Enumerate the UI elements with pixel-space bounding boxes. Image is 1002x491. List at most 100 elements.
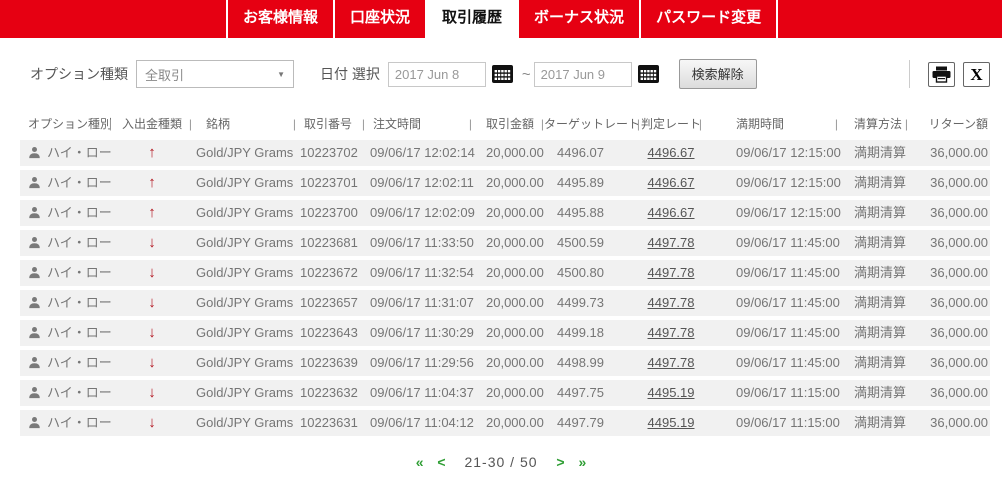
symbol-value: Gold/JPY Grams bbox=[196, 325, 294, 340]
symbol-value: Gold/JPY Grams bbox=[196, 205, 294, 220]
date-select-label: 日付 選択 bbox=[320, 66, 380, 82]
settlement-method-value: 満期清算 bbox=[854, 145, 907, 160]
option-type-label: オプション種類 bbox=[30, 66, 128, 82]
judge-rate-link[interactable]: 4495.19 bbox=[648, 415, 695, 430]
table-row: ハイ・ロー ↑ Gold/JPY Grams 10223701 09/06/17… bbox=[20, 170, 990, 196]
trade-number-value: 10223700 bbox=[300, 205, 358, 220]
order-time-value: 09/06/17 11:30:29 bbox=[370, 325, 474, 340]
settlement-method-value: 満期清算 bbox=[854, 175, 907, 190]
return-amount-value: 36,000.00 bbox=[930, 325, 988, 340]
judge-rate-link[interactable]: 4496.67 bbox=[648, 205, 695, 220]
column-header-label: 取引金額 bbox=[486, 117, 535, 131]
judge-rate-link[interactable]: 4496.67 bbox=[648, 175, 695, 190]
target-rate-value: 4500.80 bbox=[557, 265, 604, 280]
first-page-button[interactable]: « bbox=[416, 454, 424, 470]
user-icon bbox=[29, 267, 40, 279]
judge-rate-link[interactable]: 4497.78 bbox=[648, 265, 695, 280]
return-amount-value: 36,000.00 bbox=[930, 355, 988, 370]
down-arrow-icon: ↓ bbox=[148, 384, 156, 401]
symbol-value: Gold/JPY Grams bbox=[196, 295, 294, 310]
calendar-icon bbox=[637, 65, 659, 83]
filter-bar: オプション種類 全取引 ▼ 日付 選択 ~ 検索解除 X bbox=[30, 59, 990, 89]
trade-amount-value: 20,000.00 bbox=[486, 295, 544, 310]
tab-password-change[interactable]: パスワード変更 bbox=[639, 0, 779, 38]
trade-number-value: 10223672 bbox=[300, 265, 358, 280]
trade-number-value: 10223643 bbox=[300, 325, 358, 340]
pagination: « < 21-30 / 50 > » bbox=[0, 454, 1002, 470]
symbol-value: Gold/JPY Grams bbox=[196, 385, 294, 400]
tab-customer-info[interactable]: お客様情報 bbox=[226, 0, 333, 38]
trade-amount-value: 20,000.00 bbox=[486, 205, 544, 220]
table-row: ハイ・ロー ↑ Gold/JPY Grams 10223702 09/06/17… bbox=[20, 140, 990, 166]
judge-rate-link[interactable]: 4497.78 bbox=[648, 235, 695, 250]
nav-tab-label: パスワード変更 bbox=[656, 9, 762, 26]
last-page-button[interactable]: » bbox=[579, 454, 587, 470]
clear-search-button[interactable]: 検索解除 bbox=[678, 59, 757, 89]
trade-history-table: オプション種別 | 入出金種類 | 銘柄 | 取引番号 | 注文時間 | 取引金額 | ターゲットレート… bbox=[20, 113, 990, 436]
column-header-label: 清算方法 bbox=[854, 117, 903, 131]
option-type-select[interactable]: 全取引 ▼ bbox=[136, 60, 294, 88]
table-body: ハイ・ロー ↑ Gold/JPY Grams 10223702 09/06/17… bbox=[20, 140, 990, 436]
user-icon bbox=[29, 357, 40, 369]
expiry-time-value: 09/06/17 11:45:00 bbox=[736, 355, 840, 370]
option-type-value: ハイ・ロー bbox=[47, 205, 112, 220]
symbol-value: Gold/JPY Grams bbox=[196, 415, 294, 430]
tab-trade-history[interactable]: 取引履歴 bbox=[425, 0, 518, 38]
date-to-calendar-button[interactable] bbox=[637, 65, 659, 83]
judge-rate-link[interactable]: 4496.67 bbox=[648, 145, 695, 160]
return-amount-value: 36,000.00 bbox=[930, 415, 988, 430]
down-arrow-icon: ↓ bbox=[148, 354, 156, 371]
date-from-calendar-button[interactable] bbox=[491, 65, 513, 83]
tab-bonus-status[interactable]: ボーナス状況 bbox=[517, 0, 639, 38]
date-from-input[interactable] bbox=[387, 61, 486, 87]
judge-rate-link[interactable]: 4497.78 bbox=[648, 325, 695, 340]
table-row: ハイ・ロー ↓ Gold/JPY Grams 10223657 09/06/17… bbox=[20, 290, 990, 316]
expiry-time-value: 09/06/17 11:45:00 bbox=[736, 295, 840, 310]
table-row: ハイ・ロー ↓ Gold/JPY Grams 10223631 09/06/17… bbox=[20, 410, 990, 436]
settlement-method-value: 満期清算 bbox=[854, 235, 907, 250]
return-amount-value: 36,000.00 bbox=[930, 295, 988, 310]
column-header: リターン額 bbox=[908, 113, 990, 135]
expiry-time-value: 09/06/17 11:45:00 bbox=[736, 325, 840, 340]
target-rate-value: 4500.59 bbox=[557, 235, 604, 250]
up-arrow-icon: ↑ bbox=[148, 204, 156, 221]
column-header-label: リターン額 bbox=[928, 117, 988, 131]
user-icon bbox=[29, 297, 40, 309]
chevron-down-icon: ▼ bbox=[277, 69, 285, 79]
user-icon bbox=[29, 417, 40, 429]
nav-tab-label: お客様情報 bbox=[243, 9, 319, 26]
table-row: ハイ・ロー ↓ Gold/JPY Grams 10223639 09/06/17… bbox=[20, 350, 990, 376]
column-header: 取引金額 | bbox=[472, 113, 544, 135]
judge-rate-link[interactable]: 4497.78 bbox=[648, 295, 695, 310]
date-to-input[interactable] bbox=[533, 61, 632, 87]
order-time-value: 09/06/17 12:02:14 bbox=[370, 145, 475, 160]
down-arrow-icon: ↓ bbox=[148, 294, 156, 311]
trade-number-value: 10223681 bbox=[300, 235, 358, 250]
printer-icon bbox=[932, 66, 951, 83]
settlement-method-value: 満期清算 bbox=[854, 265, 907, 280]
column-header: 判定レート | bbox=[640, 113, 702, 135]
return-amount-value: 36,000.00 bbox=[930, 205, 988, 220]
next-page-button[interactable]: > bbox=[556, 454, 564, 470]
symbol-value: Gold/JPY Grams bbox=[196, 145, 294, 160]
trade-number-value: 10223632 bbox=[300, 385, 358, 400]
judge-rate-link[interactable]: 4495.19 bbox=[648, 385, 695, 400]
prev-page-button[interactable]: < bbox=[437, 454, 445, 470]
column-header-label: 銘柄 bbox=[206, 117, 231, 131]
option-type-value: ハイ・ロー bbox=[47, 385, 112, 400]
trade-amount-value: 20,000.00 bbox=[486, 355, 544, 370]
trade-amount-value: 20,000.00 bbox=[486, 325, 544, 340]
column-header: オプション種別 | bbox=[20, 113, 112, 135]
trade-amount-value: 20,000.00 bbox=[486, 145, 544, 160]
user-icon bbox=[29, 207, 40, 219]
export-excel-button[interactable]: X bbox=[963, 61, 990, 87]
table-row: ハイ・ロー ↓ Gold/JPY Grams 10223643 09/06/17… bbox=[20, 320, 990, 346]
judge-rate-link[interactable]: 4497.78 bbox=[648, 355, 695, 370]
option-type-value: ハイ・ロー bbox=[47, 415, 112, 430]
down-arrow-icon: ↓ bbox=[148, 324, 156, 341]
symbol-value: Gold/JPY Grams bbox=[196, 175, 294, 190]
print-button[interactable] bbox=[928, 61, 955, 87]
tab-account-status[interactable]: 口座状況 bbox=[333, 0, 425, 38]
option-type-value: ハイ・ロー bbox=[47, 355, 112, 370]
